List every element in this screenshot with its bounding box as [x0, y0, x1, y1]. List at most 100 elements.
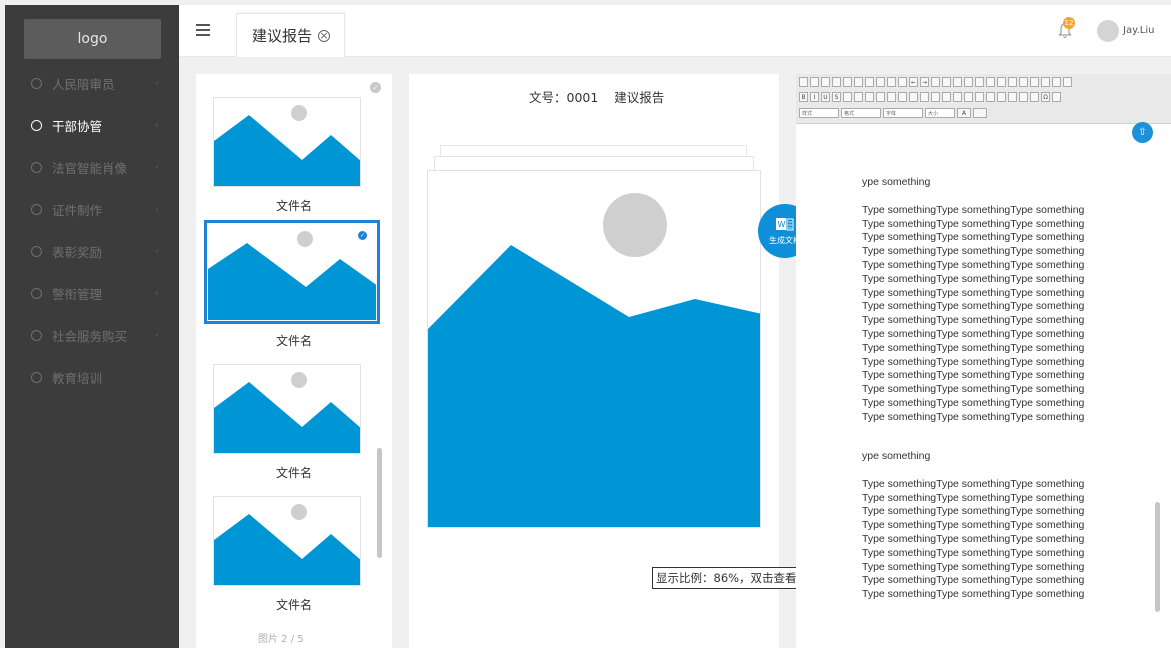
- editor-content-2[interactable]: ype something Type somethingType somethi…: [862, 450, 1084, 602]
- doc-title: 建议报告: [614, 90, 665, 105]
- thumbnail-selected[interactable]: ✓: [204, 220, 380, 324]
- logo[interactable]: logo: [24, 19, 161, 59]
- editor-content[interactable]: ype something Type somethingType somethi…: [862, 176, 1084, 425]
- style-select[interactable]: 样式: [799, 108, 839, 118]
- size-select[interactable]: 大小: [925, 108, 955, 118]
- upload-icon[interactable]: ⇧: [1132, 122, 1153, 143]
- menu-icon[interactable]: [196, 24, 210, 36]
- strikethrough-icon[interactable]: S: [832, 92, 841, 102]
- bold-icon[interactable]: B: [799, 92, 808, 102]
- editor-scrollbar[interactable]: [1155, 502, 1160, 612]
- textarea-icon[interactable]: [1019, 77, 1028, 87]
- replace-icon[interactable]: [942, 77, 951, 87]
- source-icon[interactable]: [799, 77, 808, 87]
- sidebar-item-judge-portrait[interactable]: 法官智能肖像 ‹: [5, 146, 179, 188]
- redo-icon[interactable]: →: [920, 77, 929, 87]
- thumbnail-image[interactable]: [213, 97, 361, 187]
- font-select[interactable]: 字体: [883, 108, 923, 118]
- circle-icon: [31, 329, 42, 341]
- editor-paragraph: Type somethingType somethingType somethi…: [862, 478, 1084, 602]
- sidebar-item-training[interactable]: 教育培训: [5, 356, 179, 398]
- align-right-icon[interactable]: [942, 92, 951, 102]
- sidebar-item-social-services[interactable]: 社会服务购买 ‹: [5, 314, 179, 356]
- toolbar-row: B I U S Ω: [799, 92, 1061, 105]
- smiley-icon[interactable]: [1030, 92, 1039, 102]
- sidebar-item-certificates[interactable]: 证件制作 ‹: [5, 188, 179, 230]
- checkbox-icon[interactable]: [986, 77, 995, 87]
- button-field-icon[interactable]: [1041, 77, 1050, 87]
- link-icon[interactable]: [964, 92, 973, 102]
- page-break-icon[interactable]: [1052, 92, 1061, 102]
- toolbar-row: 样式 格式 字体 大小 A: [799, 108, 987, 121]
- radio-icon[interactable]: [997, 77, 1006, 87]
- close-icon[interactable]: ×: [318, 29, 331, 42]
- sidebar-item-ranks[interactable]: 警衔管理 ‹: [5, 272, 179, 314]
- sidebar-item-label: 干部协管: [52, 118, 103, 134]
- copy-icon[interactable]: [843, 77, 852, 87]
- cut-icon[interactable]: [832, 77, 841, 87]
- horizontal-rule-icon[interactable]: [1019, 92, 1028, 102]
- toolbar-row: ← →: [799, 77, 1072, 90]
- editor-line: Type somethingType somethingType somethi…: [862, 505, 1085, 518]
- special-char-icon[interactable]: Ω: [1041, 92, 1050, 102]
- paste-word-icon[interactable]: [876, 77, 885, 87]
- editor-line: Type somethingType somethingType somethi…: [862, 355, 1085, 368]
- outdent-icon[interactable]: [887, 92, 896, 102]
- tab-report[interactable]: 建议报告 ×: [236, 13, 345, 57]
- notification-badge: 12: [1063, 17, 1075, 29]
- sidebar-item-label: 证件制作: [52, 202, 103, 218]
- hidden-field-icon[interactable]: [1063, 77, 1072, 87]
- subscript-icon[interactable]: [843, 92, 852, 102]
- image-button-icon[interactable]: [1052, 77, 1061, 87]
- svg-text:W: W: [778, 220, 786, 229]
- bulleted-list-icon[interactable]: [876, 92, 885, 102]
- sidebar-item-jurors[interactable]: 人民陪审员 ‹: [5, 62, 179, 104]
- sidebar-item-awards[interactable]: 表彰奖励 ‹: [5, 230, 179, 272]
- print-icon[interactable]: [887, 77, 896, 87]
- format-select[interactable]: 格式: [841, 108, 881, 118]
- bg-color-icon[interactable]: [973, 108, 987, 118]
- select-field-icon[interactable]: [1030, 77, 1039, 87]
- find-icon[interactable]: [931, 77, 940, 87]
- table-icon[interactable]: [1008, 92, 1017, 102]
- editor-line: Type somethingType somethingType somethi…: [862, 560, 1085, 573]
- blockquote-icon[interactable]: [909, 92, 918, 102]
- chevron-left-icon: ‹: [155, 245, 159, 257]
- editor-line: Type somethingType somethingType somethi…: [862, 546, 1085, 559]
- sidebar-item-cadre-management[interactable]: 干部协管 ‹: [5, 104, 179, 146]
- remove-format-icon[interactable]: [964, 77, 973, 87]
- chevron-left-icon: ‹: [155, 161, 159, 173]
- image-placeholder-icon: [214, 504, 360, 585]
- justify-icon[interactable]: [953, 92, 962, 102]
- paste-text-icon[interactable]: [865, 77, 874, 87]
- check-icon: ✓: [358, 231, 367, 240]
- form-icon[interactable]: [975, 77, 984, 87]
- underline-icon[interactable]: U: [821, 92, 830, 102]
- avatar[interactable]: [1097, 20, 1119, 42]
- username[interactable]: Jay.Liu: [1123, 25, 1154, 36]
- paste-icon[interactable]: [854, 77, 863, 87]
- image-icon[interactable]: [997, 92, 1006, 102]
- new-page-icon[interactable]: [821, 77, 830, 87]
- undo-icon[interactable]: ←: [909, 77, 918, 87]
- pager: 图片 2 / 5: [258, 634, 304, 645]
- italic-icon[interactable]: I: [810, 92, 819, 102]
- align-center-icon[interactable]: [931, 92, 940, 102]
- save-icon[interactable]: [810, 77, 819, 87]
- thumbnail-image[interactable]: [213, 364, 361, 454]
- thumbnail-scrollbar[interactable]: [377, 448, 382, 558]
- numbered-list-icon[interactable]: [865, 92, 874, 102]
- align-left-icon[interactable]: [920, 92, 929, 102]
- unlink-icon[interactable]: [975, 92, 984, 102]
- select-all-icon[interactable]: [953, 77, 962, 87]
- textfield-icon[interactable]: [1008, 77, 1017, 87]
- sidebar-item-label: 人民陪审员: [52, 76, 115, 92]
- indent-icon[interactable]: [898, 92, 907, 102]
- thumbnail-image[interactable]: [213, 496, 361, 586]
- text-color-icon[interactable]: A: [957, 108, 971, 118]
- spellcheck-icon[interactable]: [898, 77, 907, 87]
- editor-paragraph: Type somethingType somethingType somethi…: [862, 204, 1084, 425]
- superscript-icon[interactable]: [854, 92, 863, 102]
- anchor-icon[interactable]: [986, 92, 995, 102]
- preview-image[interactable]: [427, 170, 761, 528]
